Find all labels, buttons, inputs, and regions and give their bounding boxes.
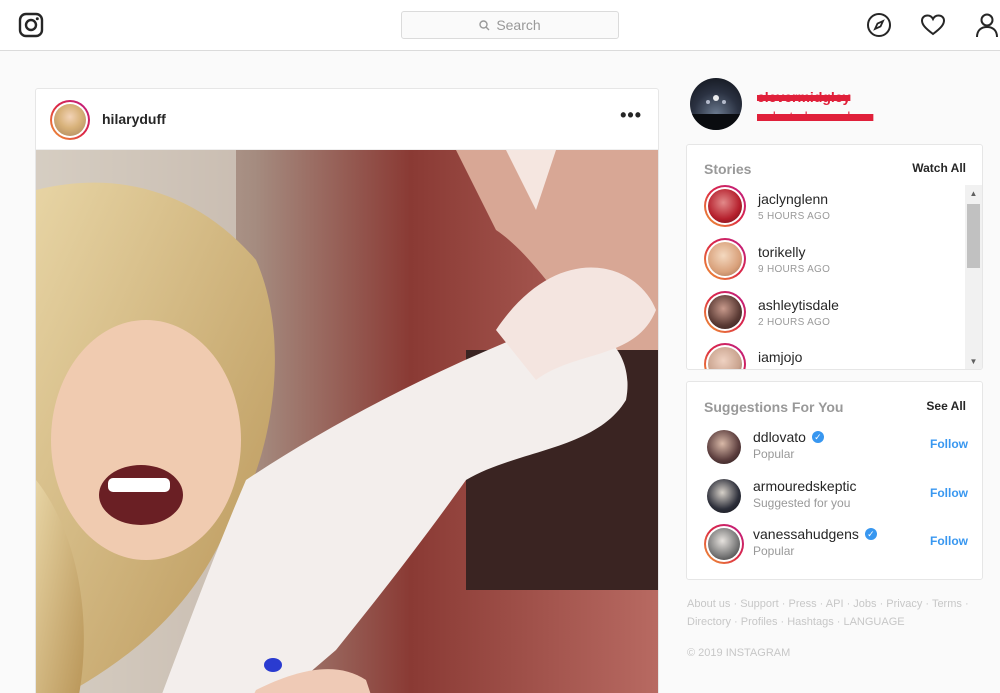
suggestions-panel: Suggestions For You See All ddlovato ✓ P… (686, 381, 983, 580)
story-time: 5 HOURS AGO (758, 211, 831, 222)
story-username: jaclynglenn (758, 191, 829, 207)
stories-title: Stories (704, 161, 752, 177)
current-user-username[interactable]: clevermidgley (757, 89, 850, 105)
more-options-icon[interactable]: ••• (620, 105, 642, 126)
scroll-up-arrow-icon[interactable]: ▲ (965, 185, 982, 202)
follow-button[interactable]: Follow (930, 437, 968, 451)
footer-links-line-1[interactable]: About us · Support · Press · API · Jobs … (687, 595, 977, 613)
search-placeholder: Search (496, 17, 541, 33)
suggestion-username-row[interactable]: armouredskeptic (753, 478, 857, 494)
heart-icon[interactable] (920, 12, 946, 38)
story-time: 2 HOURS AGO (758, 317, 831, 328)
suggestion-item: armouredskeptic Suggested for you Follow (704, 476, 968, 516)
suggestion-username-row[interactable]: vanessahudgens ✓ (753, 526, 877, 542)
suggestions-title: Suggestions For You (704, 399, 844, 415)
search-input[interactable]: Search (401, 11, 619, 39)
story-avatar (704, 291, 746, 333)
suggestion-username[interactable]: ddlovato (753, 429, 806, 445)
story-item[interactable]: ashleytisdale 2 HOURS AGO (704, 291, 954, 337)
suggestion-avatar[interactable] (704, 524, 744, 564)
suggestion-username-row[interactable]: ddlovato ✓ (753, 429, 824, 445)
suggestion-reason: Popular (753, 544, 795, 558)
scrollbar-thumb[interactable] (967, 204, 980, 268)
profile-icon[interactable] (974, 12, 1000, 38)
suggestion-item: ddlovato ✓ Popular Follow (704, 427, 968, 467)
watch-all-link[interactable]: Watch All (912, 161, 966, 175)
feed-post: hilaryduff ••• (35, 88, 659, 693)
verified-badge-icon: ✓ (864, 528, 877, 540)
story-item[interactable]: iamjojo (704, 343, 954, 369)
see-all-link[interactable]: See All (926, 399, 966, 413)
story-username: torikelly (758, 244, 806, 260)
search-icon (479, 19, 490, 30)
story-avatar (704, 343, 746, 369)
story-username: iamjojo (758, 349, 803, 365)
verified-badge-icon: ✓ (811, 431, 824, 443)
current-user-fullname: redacted name here (757, 109, 874, 124)
explore-compass-icon[interactable] (866, 12, 892, 38)
story-item[interactable]: jaclynglenn 5 HOURS AGO (704, 185, 954, 231)
suggestion-username[interactable]: vanessahudgens (753, 526, 859, 542)
post-author-username[interactable]: hilaryduff (102, 111, 166, 127)
suggestion-item: vanessahudgens ✓ Popular Follow (704, 524, 968, 564)
current-user-avatar[interactable] (690, 78, 742, 130)
suggestion-avatar[interactable] (707, 430, 741, 464)
suggestion-avatar[interactable] (707, 479, 741, 513)
stories-panel: Stories Watch All jaclynglenn 5 HOURS AG… (686, 144, 983, 370)
instagram-logo-icon[interactable] (18, 12, 44, 38)
footer-links-line-2[interactable]: Directory · Profiles · Hashtags · LANGUA… (687, 613, 977, 631)
follow-button[interactable]: Follow (930, 486, 968, 500)
scroll-down-arrow-icon[interactable]: ▼ (965, 353, 982, 369)
follow-button[interactable]: Follow (930, 534, 968, 548)
post-photo[interactable] (36, 150, 659, 693)
story-item[interactable]: torikelly 9 HOURS AGO (704, 238, 954, 284)
story-time: 9 HOURS AGO (758, 264, 831, 275)
stories-scrollbar[interactable]: ▲ ▼ (965, 185, 982, 369)
suggestion-reason: Popular (753, 447, 795, 461)
story-avatar (704, 185, 746, 227)
post-header: hilaryduff ••• (36, 89, 658, 150)
footer-links[interactable]: About us · Support · Press · API · Jobs … (687, 595, 977, 631)
story-avatar (704, 238, 746, 280)
suggestion-reason: Suggested for you (753, 496, 851, 510)
top-nav: Search (0, 0, 1000, 51)
story-username: ashleytisdale (758, 297, 839, 313)
suggestion-username[interactable]: armouredskeptic (753, 478, 857, 494)
copyright: © 2019 INSTAGRAM (687, 647, 791, 659)
concert-photo (690, 95, 742, 130)
post-author-avatar[interactable] (50, 100, 90, 140)
